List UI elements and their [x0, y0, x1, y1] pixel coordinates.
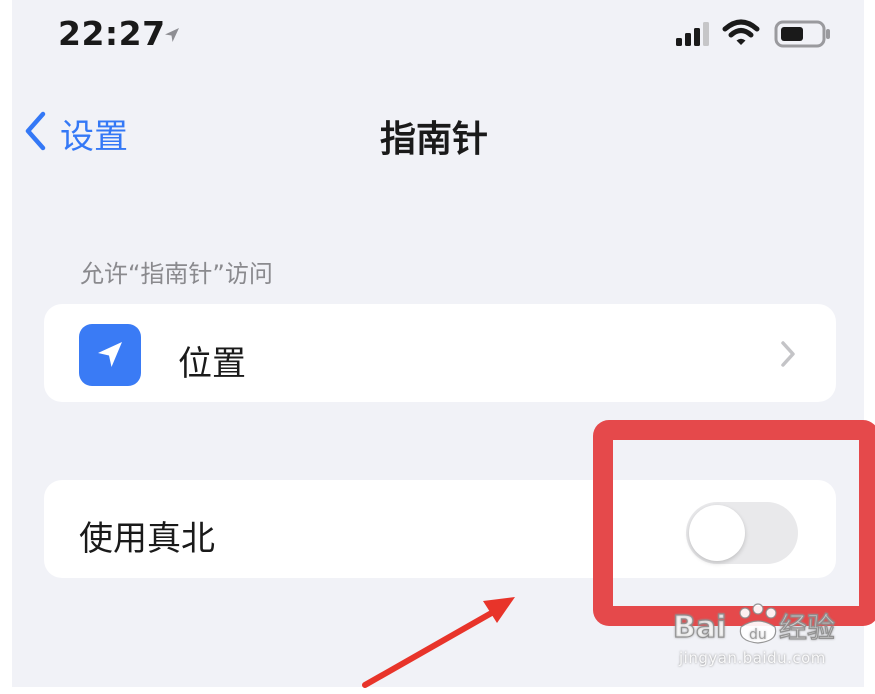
status-bar: 22:27	[12, 0, 864, 74]
wifi-icon	[722, 18, 760, 52]
true-north-label: 使用真北	[79, 519, 215, 559]
battery-icon	[774, 20, 832, 52]
location-row[interactable]: 位置	[44, 304, 836, 402]
location-row-label: 位置	[178, 344, 246, 384]
chevron-right-icon	[780, 340, 796, 372]
svg-text:经验: 经验	[779, 611, 835, 644]
location-app-icon	[79, 324, 141, 386]
location-arrow-icon	[163, 26, 181, 48]
section-header: 允许“指南针”访问	[80, 260, 273, 288]
red-arrow-annotation	[345, 585, 525, 694]
location-arrow-icon	[98, 342, 122, 367]
baidu-logo: Bai du 经验	[672, 603, 853, 651]
cellular-signal-icon	[676, 22, 712, 50]
svg-text:du: du	[749, 627, 767, 643]
page-title: 指南针	[12, 110, 864, 162]
navigation-bar: 设置 指南针	[12, 100, 864, 164]
page-title-text: 指南针	[379, 119, 488, 160]
watermark-url: jingyan.baidu.com	[679, 649, 826, 667]
status-time: 22:27	[58, 14, 166, 53]
svg-text:Bai: Bai	[673, 610, 726, 645]
baidu-jingyan-watermark: Bai du 经验 jingyan.baidu.com	[665, 595, 865, 685]
